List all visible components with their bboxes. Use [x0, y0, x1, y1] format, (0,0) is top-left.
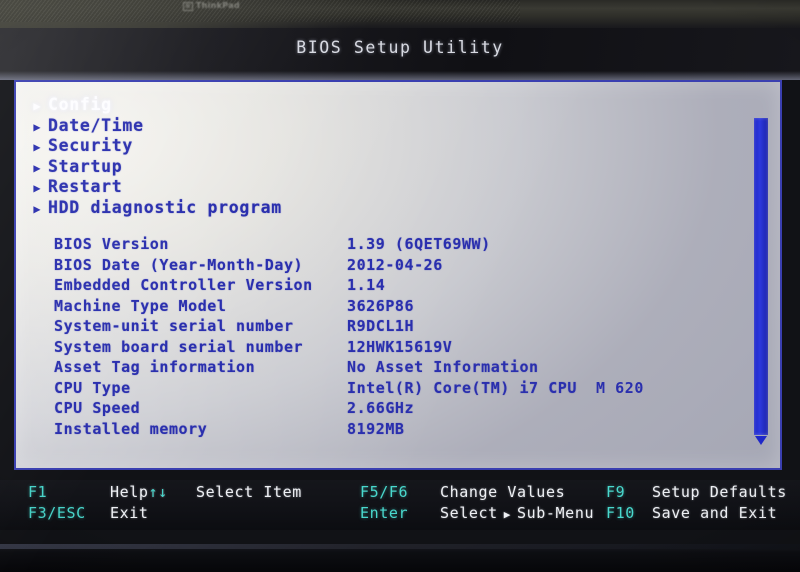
help-desc-text: Setup Defaults [652, 483, 787, 501]
info-row: Installed memory 8192MB [54, 419, 577, 440]
menu-item-date-time[interactable]: ▶ Date/Time [26, 116, 282, 137]
info-value: 2012-04-26 [347, 255, 443, 274]
help-desc: Save and Exit [652, 503, 777, 524]
menu-item-label: Restart [48, 177, 123, 196]
help-desc: Exit [110, 503, 149, 524]
logo-text: ThinkPad [195, 1, 240, 10]
info-label: CPU Type [54, 378, 131, 397]
submenu-arrow-icon: ▶ [33, 160, 41, 175]
info-row: CPU Type Intel(R) Core(TM) i7 CPU M 620 [54, 378, 643, 399]
up-down-arrows-icon: ↑↓ [148, 483, 168, 501]
info-value: Intel(R) Core(TM) i7 CPU [347, 378, 577, 397]
menu-item-config[interactable]: ▶ Config [26, 95, 282, 116]
help-desc-text: Change Values [440, 483, 566, 501]
title-bar: BIOS Setup Utility [0, 28, 800, 80]
help-desc-text: Save and Exit [652, 504, 778, 522]
vertical-scrollbar[interactable] [754, 118, 768, 448]
help-row-2: F3/ESC Exit Enter Select ▶ Sub-Menu F10 Save an… [0, 503, 800, 524]
info-label: Asset Tag information [54, 358, 256, 376]
page-title: BIOS Setup Utility [296, 38, 504, 57]
help-key-f10[interactable]: F10 [606, 503, 635, 524]
help-key-f9[interactable]: F9 [606, 482, 625, 503]
info-label: BIOS Version [54, 235, 169, 253]
menu-item-label: Security [48, 136, 134, 155]
menu-item-label: Startup [48, 156, 123, 176]
info-value: 12HWK15619V [347, 337, 453, 356]
menu-item-hdd-diagnostic-program[interactable]: ▶ HDD diagnostic program [26, 198, 282, 219]
submenu-arrow-icon: ▶ [33, 140, 41, 154]
info-value: 2.66GHz [347, 399, 415, 417]
desk-surface [0, 544, 800, 572]
info-row: Machine Type Model 3626P86 [54, 296, 577, 317]
submenu-arrow-icon: ▶ [33, 119, 41, 134]
help-desc-text: Help [110, 483, 149, 501]
help-key-f1[interactable]: F1 [28, 482, 47, 503]
info-label: System board serial number [54, 337, 304, 356]
main-menu: ▶ Config ▶ Date/Time ▶ Security ▶ Startup ▶ Resta… [26, 95, 282, 218]
help-key-f5-f6[interactable]: F5/F6 [360, 482, 408, 503]
submenu-arrow-icon: ▶ [503, 508, 512, 521]
help-desc: Help↑↓ [110, 482, 168, 503]
function-key-help-bar: F1 Help↑↓ Select Item F5/F6 Change Values F9 S… [0, 480, 800, 530]
help-key-f3-esc[interactable]: F3/ESC [28, 503, 86, 524]
info-value-extra: M 620 [596, 378, 644, 397]
info-row: System board serial number 12HWK15619V [54, 337, 577, 358]
info-label: Machine Type Model [54, 296, 227, 315]
menu-item-restart[interactable]: ▶ Restart [26, 177, 282, 198]
help-desc: Change Values [440, 482, 565, 503]
laptop-lower-edge [0, 544, 800, 549]
help-desc: Select ▶ Sub-Menu [440, 503, 594, 525]
info-label: System-unit serial number [54, 317, 294, 335]
system-info-table: BIOS Version 1.39 (6QET69WW) BIOS Date (Ye… [54, 234, 643, 440]
laptop-bezel: ⌘ ThinkPad [0, 0, 800, 30]
menu-item-startup[interactable]: ▶ Startup [26, 157, 282, 178]
info-value: 3626P86 [347, 296, 415, 315]
submenu-arrow-icon: ▶ [33, 99, 41, 113]
help-key-enter[interactable]: Enter [360, 503, 408, 524]
logo-mark-icon: ⌘ [183, 2, 193, 11]
help-desc-text: Exit [110, 504, 149, 522]
info-label: Embedded Controller Version [54, 276, 313, 294]
menu-item-label: HDD diagnostic program [48, 197, 282, 217]
help-desc-tail: Select Item [196, 483, 302, 501]
submenu-arrow-icon: ▶ [33, 181, 41, 195]
help-desc-tail: Sub-Menu [517, 504, 595, 522]
bios-screen-photo: ⌘ ThinkPad BIOS Setup Utility ▶ Config ▶ Dat… [0, 0, 800, 572]
menu-item-label: Config [48, 95, 112, 114]
submenu-arrow-icon: ▶ [33, 201, 41, 216]
info-row: BIOS Date (Year-Month-Day) 2012-04-26 [54, 255, 577, 276]
thinkpad-logo: ⌘ ThinkPad [183, 1, 240, 11]
menu-item-security[interactable]: ▶ Security [26, 136, 282, 157]
help-desc: Setup Defaults [652, 482, 787, 503]
info-row: Asset Tag information No Asset Informatio… [54, 357, 577, 378]
info-row: System-unit serial number R9DCL1H [54, 316, 577, 337]
menu-item-label: Date/Time [48, 115, 144, 135]
info-value: 1.14 [347, 276, 386, 294]
bezel-texture [0, 0, 520, 22]
main-panel: ▶ Config ▶ Date/Time ▶ Security ▶ Startup ▶ Resta… [14, 80, 782, 470]
scrollbar-thumb[interactable] [754, 118, 768, 435]
info-value: 8192MB [347, 419, 405, 438]
help-row-1: F1 Help↑↓ Select Item F5/F6 Change Values F9 S… [0, 482, 800, 503]
lcd-screen: BIOS Setup Utility ▶ Config ▶ Date/Time ▶ Sec… [0, 28, 800, 544]
info-row: Embedded Controller Version 1.14 [54, 275, 577, 296]
info-label: Installed memory [54, 419, 208, 438]
help-desc-text: Select [440, 504, 498, 522]
info-label: BIOS Date (Year-Month-Day) [54, 255, 304, 274]
info-row: CPU Speed 2.66GHz [54, 398, 577, 419]
info-value: R9DCL1H [347, 317, 415, 335]
info-value: No Asset Information [347, 358, 539, 376]
info-label: CPU Speed [54, 399, 141, 417]
info-value: 1.39 (6QET69WW) [347, 235, 491, 253]
info-row: BIOS Version 1.39 (6QET69WW) [54, 234, 577, 255]
scroll-down-arrow-icon[interactable] [755, 436, 767, 445]
